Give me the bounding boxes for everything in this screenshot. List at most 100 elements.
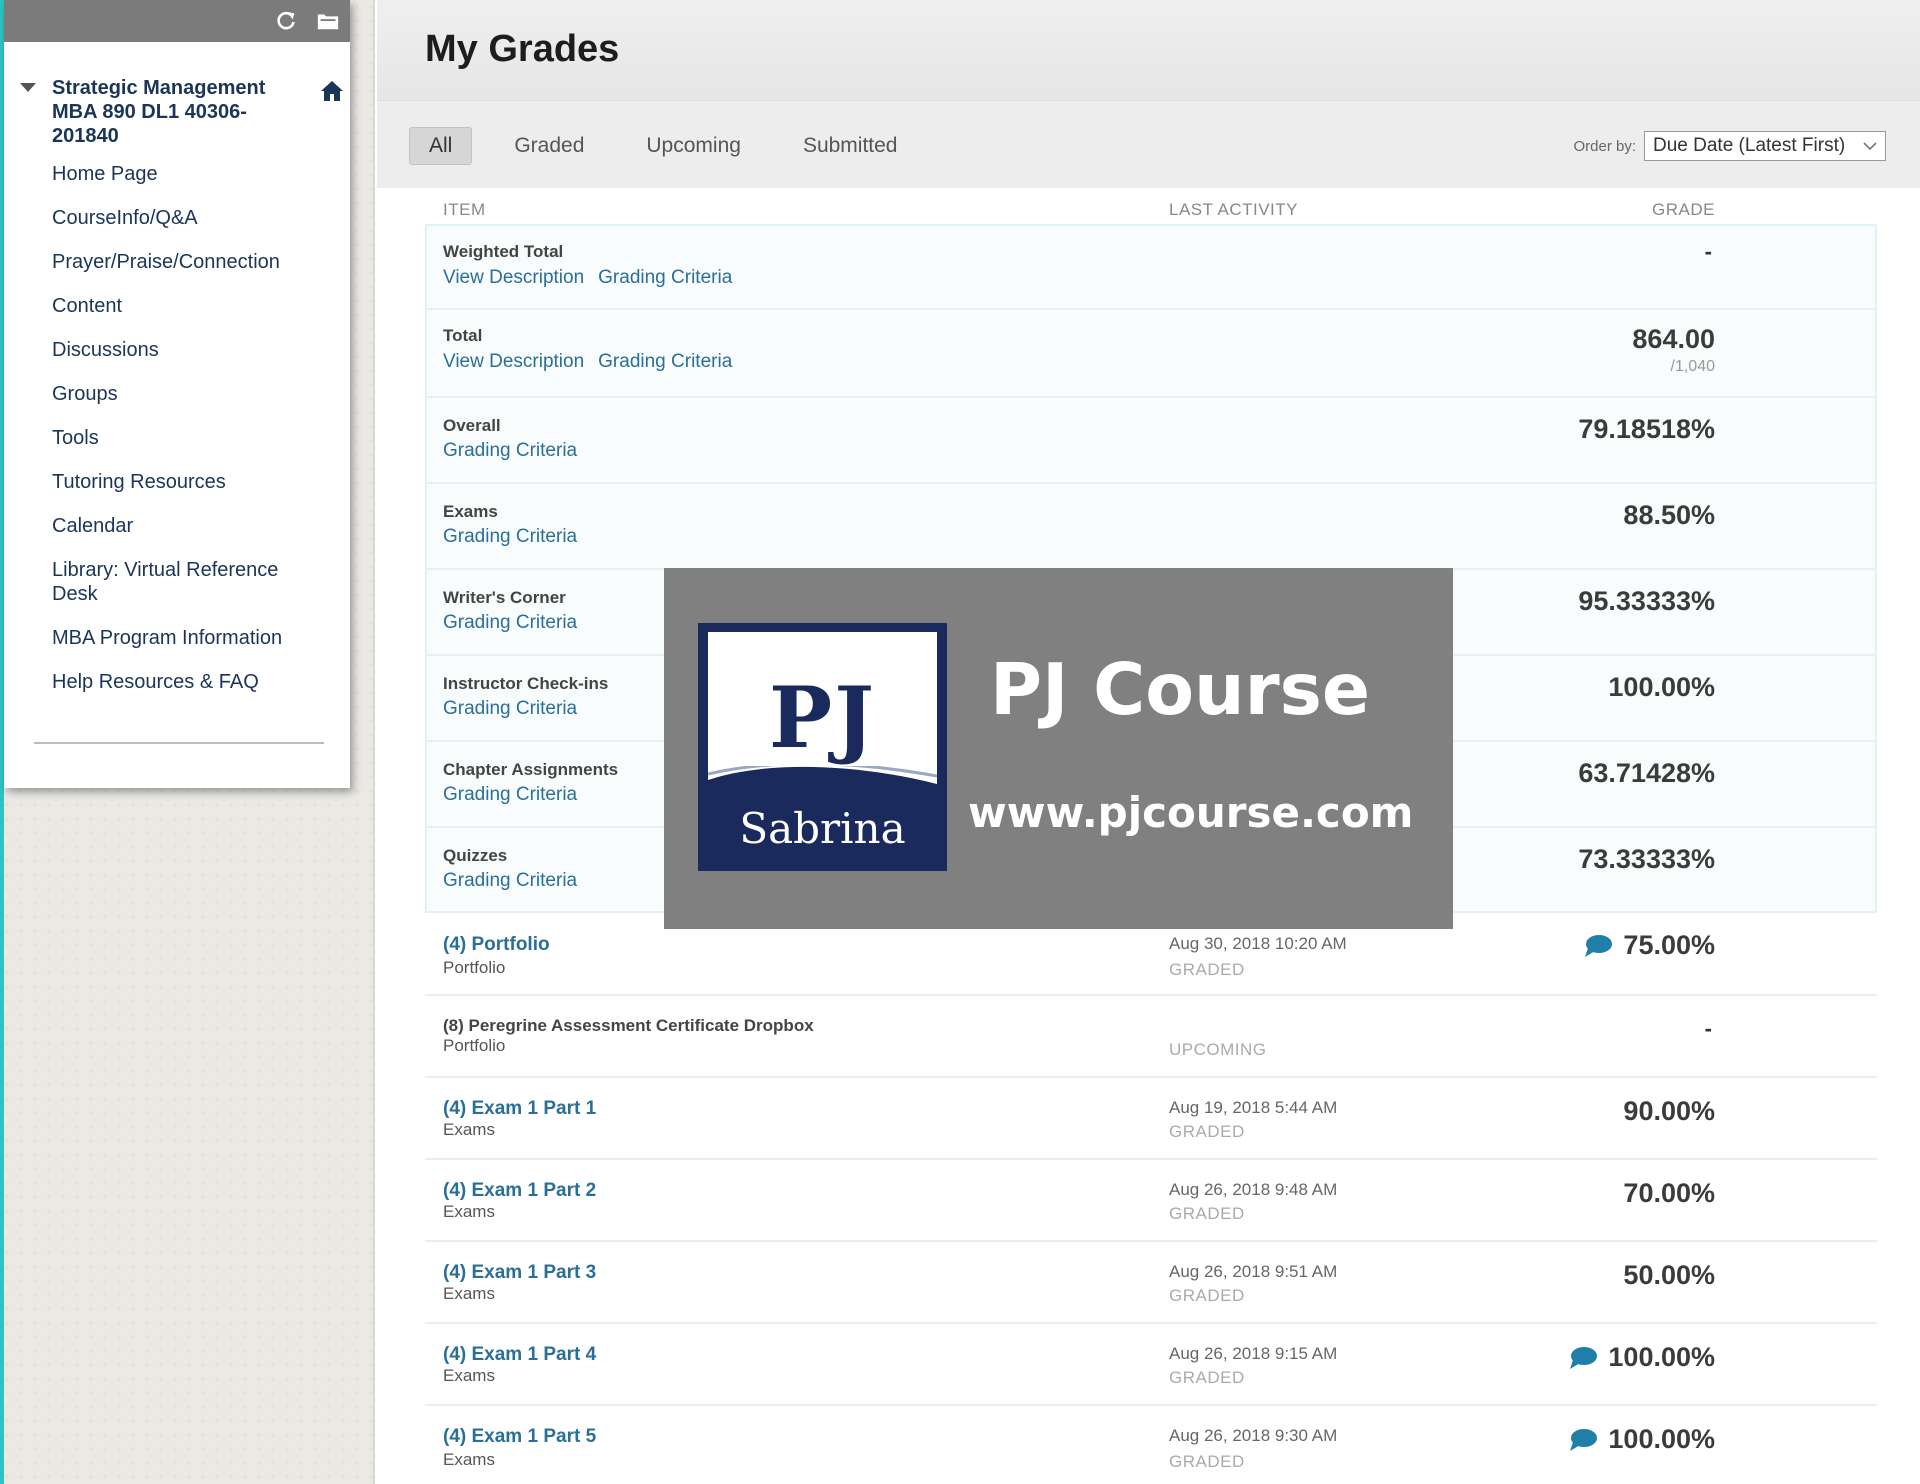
- summary-item-links: Grading Criteria: [443, 698, 577, 720]
- comment-icon[interactable]: [1583, 933, 1613, 959]
- grade-item-category: Portfolio: [443, 1036, 506, 1055]
- grading-criteria-link[interactable]: Grading Criteria: [443, 526, 577, 548]
- course-menu: Strategic Management MBA 890 DL1 40306-2…: [4, 0, 350, 788]
- summary-item-links: View Description Grading Criteria: [443, 351, 732, 373]
- grade-item-name: (8) Peregrine Assessment Certificate Dro…: [443, 1016, 814, 1035]
- grade-item-link[interactable]: (4) Exam 1 Part 3: [443, 1262, 596, 1284]
- grade-item-link[interactable]: (4) Exam 1 Part 4: [443, 1344, 596, 1366]
- tab-submitted[interactable]: Submitted: [783, 127, 918, 165]
- menu-divider: [34, 742, 324, 744]
- summary-row: Weighted Total View Description Grading …: [377, 224, 1920, 310]
- grade-value: 79.18518%: [1578, 414, 1715, 444]
- grade-item-row: (4) Exam 1 Part 1 Exams Aug 19, 2018 5:4…: [377, 1078, 1920, 1160]
- grade-value: 100.00%: [1608, 672, 1715, 702]
- menu-item-tutoring[interactable]: Tutoring Resources: [52, 470, 317, 494]
- caret-down-icon[interactable]: [20, 83, 36, 92]
- course-menu-toolbar: [4, 0, 350, 42]
- grade-value: 100.00%: [1608, 1424, 1715, 1454]
- grading-criteria-link[interactable]: Grading Criteria: [443, 698, 577, 720]
- grade-value: 100.00%: [1608, 1342, 1715, 1372]
- column-header-item: ITEM: [443, 200, 486, 219]
- grade-item-link[interactable]: (4) Exam 1 Part 1: [443, 1098, 596, 1120]
- grade-cell: 75.00%: [1583, 930, 1715, 961]
- grading-criteria-link[interactable]: Grading Criteria: [443, 440, 577, 462]
- summary-item-name: Chapter Assignments: [443, 760, 619, 779]
- summary-item-name: Instructor Check-ins: [443, 674, 609, 693]
- tab-upcoming[interactable]: Upcoming: [626, 127, 761, 165]
- folder-icon[interactable]: [316, 9, 340, 33]
- watermark-logo-monogram: PJ: [769, 668, 876, 767]
- page-title: My Grades: [425, 28, 620, 70]
- grading-criteria-link[interactable]: Grading Criteria: [443, 612, 577, 634]
- order-by-value: Due Date (Latest First): [1653, 135, 1846, 156]
- order-by: Order by: Due Date (Latest First): [1573, 131, 1886, 161]
- view-description-link[interactable]: View Description: [443, 267, 584, 289]
- grade-value: 70.00%: [1623, 1178, 1715, 1208]
- view-description-link[interactable]: View Description: [443, 351, 584, 373]
- grade-item-link[interactable]: (4) Portfolio: [443, 934, 550, 956]
- grading-criteria-link[interactable]: Grading Criteria: [598, 267, 732, 289]
- grade-cell: 100.00%: [1568, 1424, 1715, 1455]
- menu-item-content[interactable]: Content: [52, 294, 317, 318]
- menu-item-mba-info[interactable]: MBA Program Information: [52, 626, 317, 650]
- activity-status: GRADED: [1169, 960, 1245, 979]
- grade-item-row: (4) Exam 1 Part 5 Exams Aug 26, 2018 9:3…: [377, 1406, 1920, 1484]
- menu-item-courseinfo[interactable]: CourseInfo/Q&A: [52, 206, 317, 230]
- tab-graded[interactable]: Graded: [494, 127, 604, 165]
- page-header: My Grades: [377, 0, 1920, 100]
- menu-item-tools[interactable]: Tools: [52, 426, 317, 450]
- activity-date: Aug 26, 2018 9:51 AM: [1169, 1262, 1338, 1281]
- summary-item-name: Writer's Corner: [443, 588, 566, 607]
- grade-item-category: Exams: [443, 1120, 495, 1139]
- summary-item-name: Exams: [443, 502, 498, 521]
- activity-date: Aug 26, 2018 9:30 AM: [1169, 1426, 1338, 1445]
- activity-status: GRADED: [1169, 1452, 1245, 1471]
- grade-value: -: [1704, 1016, 1712, 1041]
- grading-criteria-link[interactable]: Grading Criteria: [598, 351, 732, 373]
- menu-item-discussions[interactable]: Discussions: [52, 338, 317, 362]
- menu-item-help[interactable]: Help Resources & FAQ: [52, 670, 317, 694]
- grade-value: 75.00%: [1623, 930, 1715, 960]
- grade-value: 95.33333%: [1578, 586, 1715, 616]
- summary-item-name: Weighted Total: [443, 242, 564, 261]
- grade-item-row: (4) Exam 1 Part 2 Exams Aug 26, 2018 9:4…: [377, 1160, 1920, 1242]
- activity-status: GRADED: [1169, 1122, 1245, 1141]
- refresh-icon[interactable]: [274, 9, 298, 33]
- grade-item-link[interactable]: (4) Exam 1 Part 5: [443, 1426, 596, 1448]
- course-menu-list: Home Page CourseInfo/Q&A Prayer/Praise/C…: [4, 148, 350, 694]
- order-by-select[interactable]: Due Date (Latest First): [1644, 131, 1886, 161]
- grade-item-category: Exams: [443, 1366, 495, 1385]
- menu-item-library[interactable]: Library: Virtual Reference Desk: [52, 558, 317, 606]
- summary-row: Exams Grading Criteria 88.50%: [377, 484, 1920, 570]
- summary-item-links: Grading Criteria: [443, 440, 577, 462]
- chevron-down-icon: [1863, 142, 1877, 151]
- column-header-last-activity: LAST ACTIVITY: [1169, 200, 1299, 219]
- grade-item-row: (4) Exam 1 Part 4 Exams Aug 26, 2018 9:1…: [377, 1324, 1920, 1406]
- tab-all[interactable]: All: [409, 127, 473, 165]
- grade-item-link[interactable]: (4) Exam 1 Part 2: [443, 1180, 596, 1202]
- filter-bar: All Graded Upcoming Submitted Order by: …: [377, 100, 1920, 188]
- comment-icon[interactable]: [1568, 1345, 1598, 1371]
- activity-status: GRADED: [1169, 1204, 1245, 1223]
- column-header-grade: GRADE: [1652, 200, 1715, 219]
- summary-item-links: View Description Grading Criteria: [443, 267, 732, 289]
- summary-item-name: Quizzes: [443, 846, 508, 865]
- points-possible: /1,040: [1670, 358, 1715, 375]
- home-icon[interactable]: [320, 80, 344, 107]
- grading-criteria-link[interactable]: Grading Criteria: [443, 784, 577, 806]
- summary-item-name: Total: [443, 326, 483, 345]
- grade-cell: 100.00%: [1568, 1342, 1715, 1373]
- grade-item-row: (8) Peregrine Assessment Certificate Dro…: [377, 996, 1920, 1078]
- comment-icon[interactable]: [1568, 1427, 1598, 1453]
- menu-item-calendar[interactable]: Calendar: [52, 514, 317, 538]
- course-title[interactable]: Strategic Management MBA 890 DL1 40306-2…: [52, 76, 292, 148]
- menu-item-home-page[interactable]: Home Page: [52, 162, 317, 186]
- watermark-url: www.pjcourse.com: [968, 788, 1414, 837]
- grading-criteria-link[interactable]: Grading Criteria: [443, 870, 577, 892]
- menu-item-groups[interactable]: Groups: [52, 382, 317, 406]
- grade-value: 88.50%: [1623, 500, 1715, 530]
- course-header: Strategic Management MBA 890 DL1 40306-2…: [4, 42, 350, 148]
- summary-item-links: Grading Criteria: [443, 870, 577, 892]
- activity-date: Aug 19, 2018 5:44 AM: [1169, 1098, 1338, 1117]
- menu-item-prayer-praise[interactable]: Prayer/Praise/Connection: [52, 250, 317, 274]
